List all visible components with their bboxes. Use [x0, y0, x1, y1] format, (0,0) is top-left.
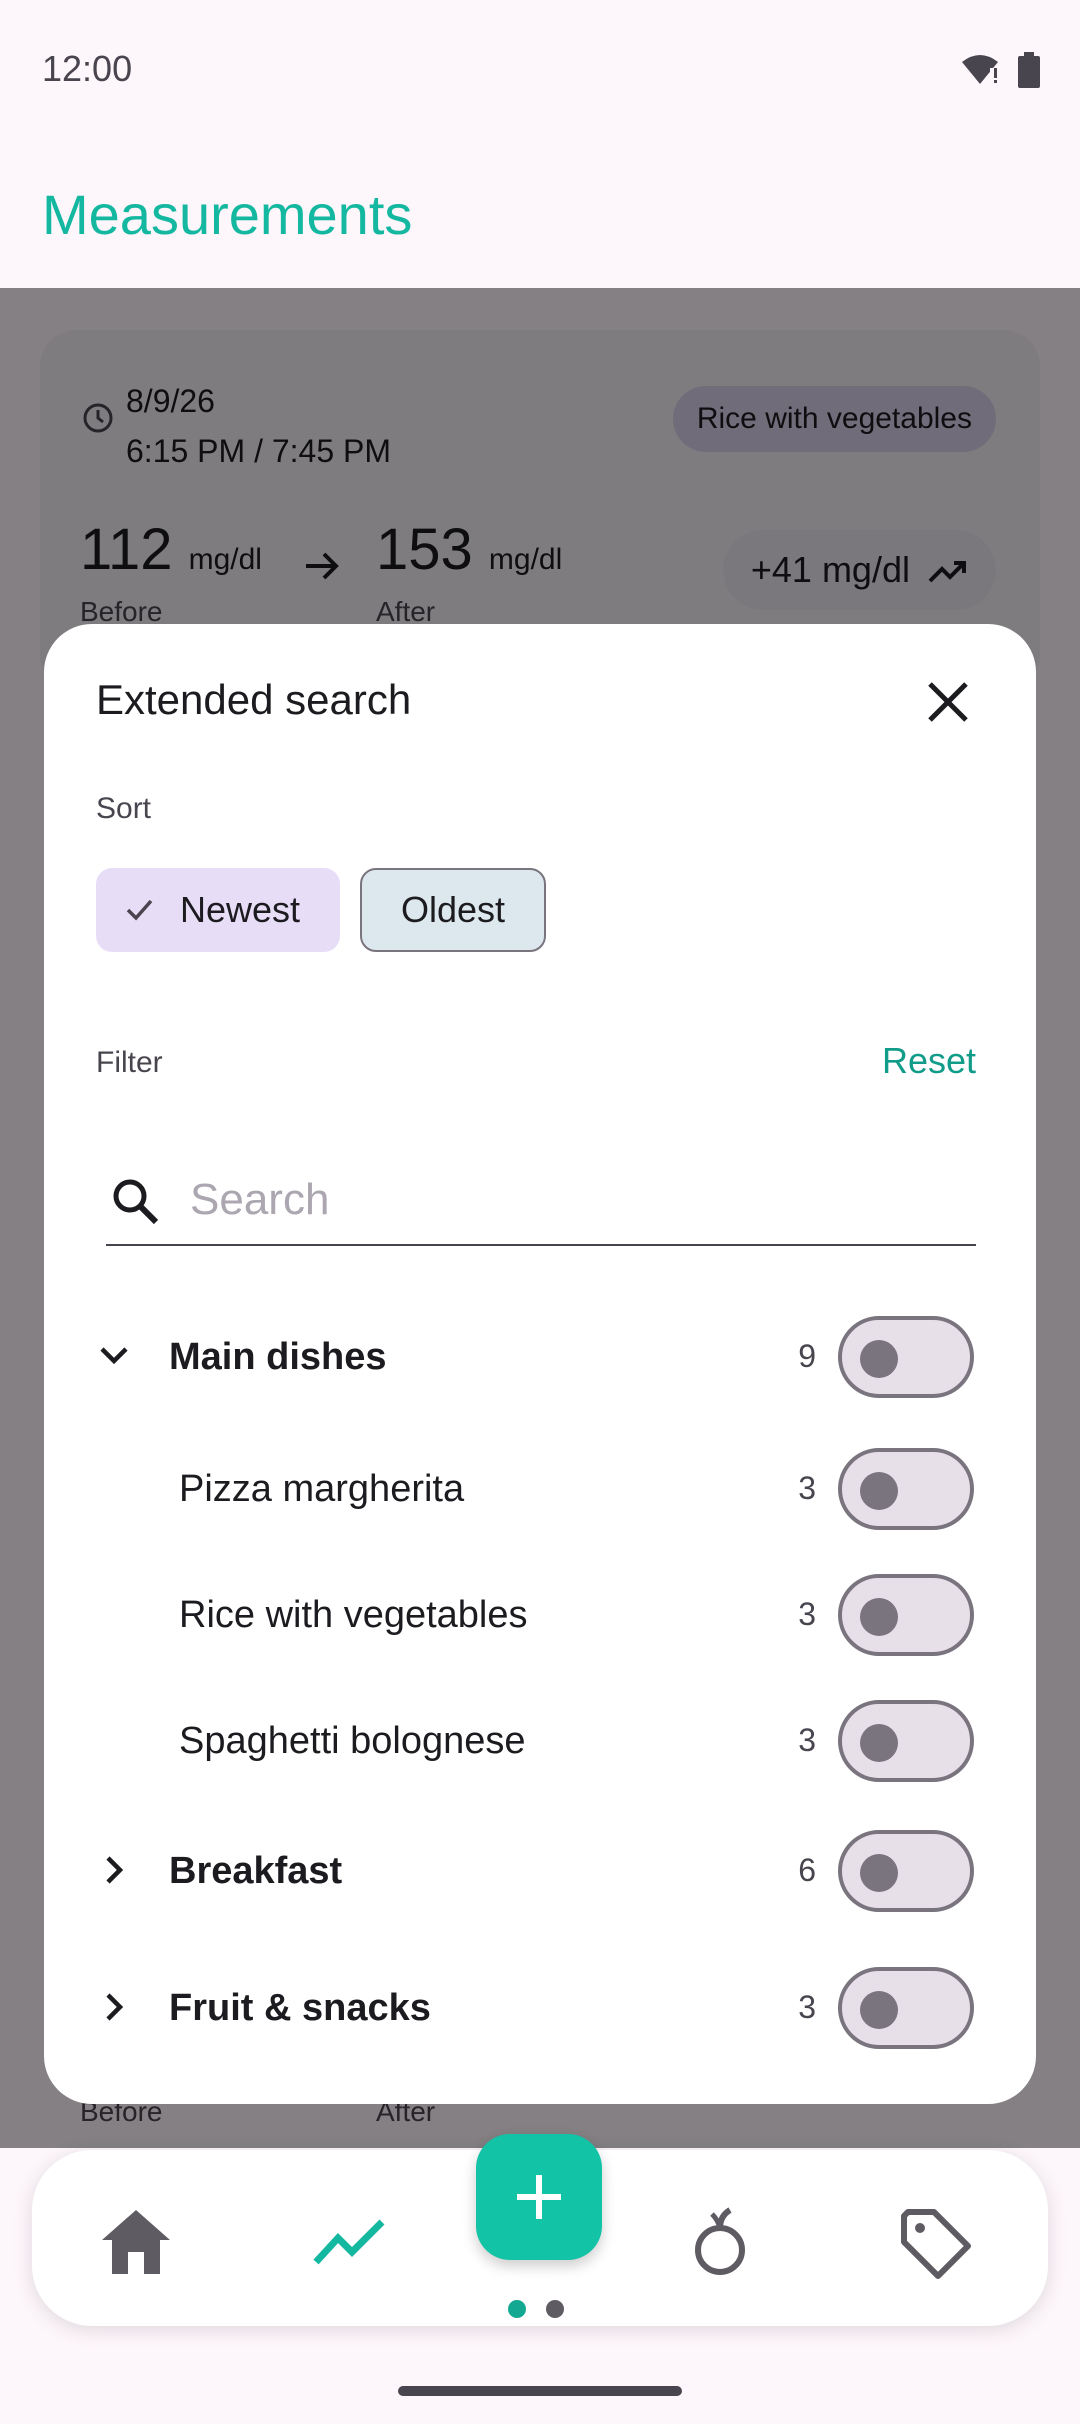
filter-group-row: Breakfast 6	[44, 1820, 1036, 1920]
home-icon	[102, 2210, 170, 2274]
filter-item-name: Spaghetti bolognese	[179, 1720, 526, 1762]
toggle-knob	[860, 1724, 898, 1762]
sort-oldest-chip[interactable]: Oldest	[360, 868, 546, 952]
sort-oldest-label: Oldest	[400, 889, 506, 930]
filter-group-name: Fruit & snacks	[169, 1987, 431, 2029]
add-icon	[517, 2175, 561, 2219]
page-indicator	[508, 2300, 564, 2318]
filter-count: 9	[798, 1338, 816, 1374]
nav-home[interactable]	[98, 2206, 174, 2283]
nav-tags[interactable]	[898, 2206, 974, 2287]
filter-count: 3	[798, 1596, 816, 1632]
filter-item-name: Rice with vegetables	[179, 1594, 528, 1636]
filter-group-name: Main dishes	[169, 1336, 387, 1378]
trending-up-icon	[313, 2219, 385, 2265]
reset-button[interactable]: Reset	[882, 1040, 976, 1082]
filter-item-row: Pizza margherita 3	[44, 1438, 1036, 1538]
check-icon	[126, 899, 153, 921]
wifi-icon	[962, 55, 998, 84]
nav-measurements[interactable]	[312, 2206, 388, 2283]
dialog-title: Extended search	[96, 676, 412, 723]
add-measurement-button[interactable]	[476, 2134, 602, 2260]
filter-toggle[interactable]	[838, 1448, 974, 1530]
search-field[interactable]	[106, 1164, 976, 1246]
sort-label: Sort	[96, 792, 152, 825]
filter-toggle[interactable]	[838, 1830, 974, 1912]
filter-item-row: Rice with vegetables 3	[44, 1564, 1036, 1664]
chevron-right-icon[interactable]	[94, 1850, 134, 1890]
tag-icon	[901, 2209, 971, 2279]
toggle-knob	[860, 1991, 898, 2029]
page-dot	[546, 2300, 564, 2318]
battery-icon	[1018, 52, 1040, 88]
filter-group-name: Breakfast	[169, 1850, 343, 1892]
filter-item-name: Pizza margherita	[179, 1468, 465, 1510]
fruit-icon	[695, 2207, 745, 2275]
extended-search-dialog: Extended search Sort Newest Oldest Filte…	[44, 624, 1036, 2104]
toggle-knob	[860, 1472, 898, 1510]
filter-toggle[interactable]	[838, 1967, 974, 2049]
filter-count: 3	[798, 1722, 816, 1758]
filter-group-row: Fruit & snacks 3	[44, 1957, 1036, 2057]
filter-item-row: Spaghetti bolognese 3	[44, 1690, 1036, 1790]
search-icon	[113, 1179, 159, 1225]
status-bar: 12:00	[0, 0, 1080, 140]
page-dot-active	[508, 2300, 526, 2318]
filter-toggle[interactable]	[838, 1574, 974, 1656]
nav-food[interactable]	[690, 2206, 750, 2283]
filter-label: Filter	[96, 1046, 163, 1079]
status-time: 12:00	[42, 48, 133, 89]
home-indicator[interactable]	[398, 2386, 682, 2396]
filter-count: 3	[798, 1470, 816, 1506]
page-title: Measurements	[42, 183, 413, 246]
close-button[interactable]	[920, 674, 976, 730]
toggle-knob	[860, 1854, 898, 1892]
chevron-down-icon[interactable]	[94, 1336, 134, 1376]
sort-newest-label: Newest	[180, 889, 301, 930]
search-input[interactable]	[190, 1170, 960, 1230]
filter-toggle[interactable]	[838, 1316, 974, 1398]
close-icon	[928, 682, 968, 722]
chevron-right-icon[interactable]	[94, 1987, 134, 2027]
filter-count: 3	[798, 1989, 816, 2025]
filter-group-row: Main dishes 9	[44, 1306, 1036, 1406]
sort-newest-chip[interactable]: Newest	[96, 868, 340, 952]
filter-toggle[interactable]	[838, 1700, 974, 1782]
filter-count: 6	[798, 1852, 816, 1888]
toggle-knob	[860, 1598, 898, 1636]
toggle-knob	[860, 1340, 898, 1378]
